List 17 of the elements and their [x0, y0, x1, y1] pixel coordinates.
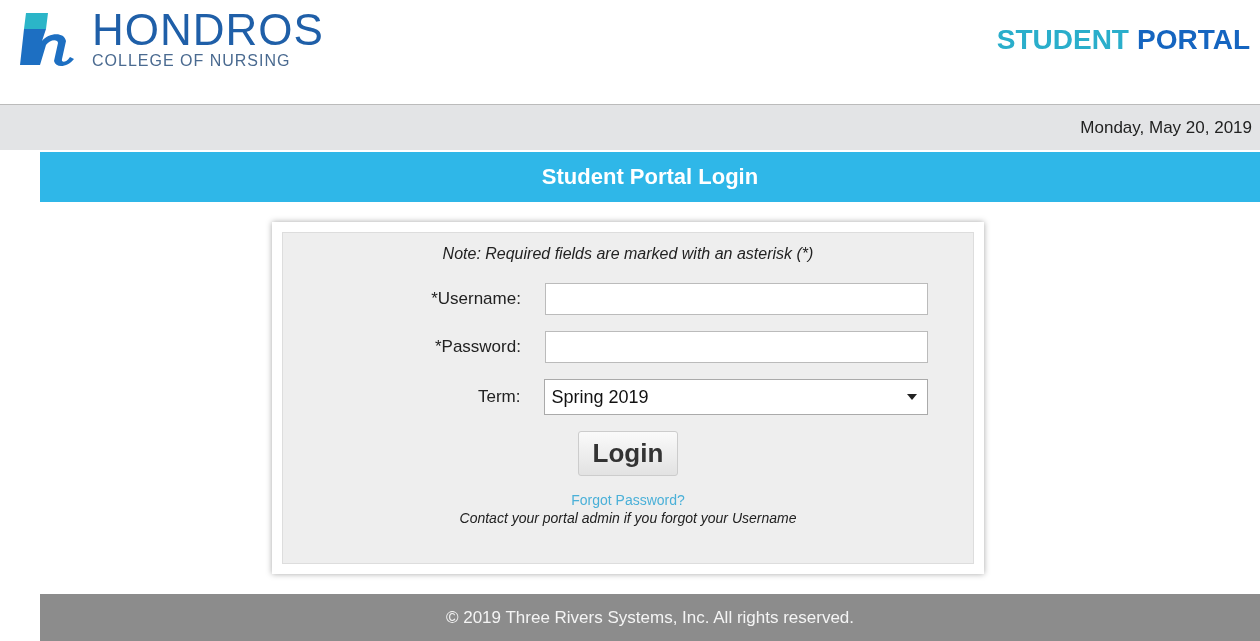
- term-dropdown[interactable]: Spring 2019: [544, 379, 928, 415]
- login-button[interactable]: Login: [577, 431, 679, 476]
- password-field[interactable]: [544, 331, 928, 363]
- field-label: Term:: [476, 387, 522, 407]
- caret-icon: [907, 394, 917, 400]
- banner-title: Student Portal Login: [40, 152, 1260, 202]
- date-text: Monday, May 20, 2019: [1080, 117, 1252, 138]
- required-note: Note: Required fields are marked with an asterisk (*): [442, 245, 814, 263]
- portal-logo-word: PORTAL: [1136, 24, 1250, 56]
- portal-logo-word: STUDENT: [996, 24, 1129, 56]
- help-text: Contact your portal admin if you forgot your Username: [459, 510, 797, 526]
- logo-subtitle: COLLEGE OF NURSING: [92, 52, 292, 70]
- field-label: *Username:: [430, 289, 522, 309]
- copyright-text: © 2019 Three Rivers Systems, Inc. All rights reserved.: [445, 607, 855, 628]
- username-field[interactable]: [544, 283, 928, 315]
- field-label: *Password:: [433, 337, 522, 357]
- logo-name: HONDROS: [92, 8, 324, 52]
